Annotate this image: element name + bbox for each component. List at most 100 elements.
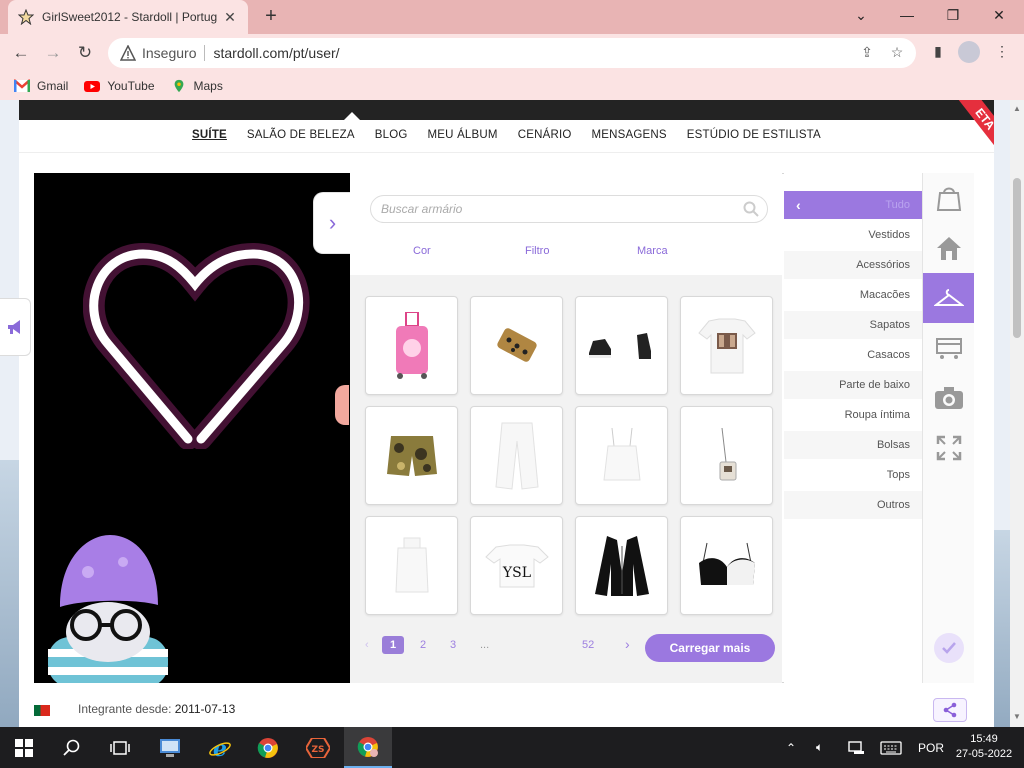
browser-tab[interactable]: GirlSweet2012 - Stardoll | Portug ✕	[8, 0, 248, 34]
hanger-icon	[933, 289, 964, 306]
shopping-bag-button[interactable]	[923, 173, 974, 223]
bookmark-gmail[interactable]: Gmail	[14, 79, 68, 93]
prev-page-icon[interactable]: ‹	[365, 639, 369, 651]
taskbar-app-chrome-active[interactable]	[344, 727, 392, 768]
url-text[interactable]: stardoll.com/pt/user/	[213, 45, 339, 61]
filter-filter[interactable]: Filtro	[525, 245, 549, 257]
black-jacket-icon	[594, 535, 649, 596]
subnav-beauty-parlor[interactable]: SALÃO DE BELEZA	[247, 124, 355, 150]
address-bar[interactable]: Inseguro stardoll.com/pt/user/ ⇪ ☆	[108, 38, 916, 68]
shop-button[interactable]	[923, 323, 974, 373]
home-button[interactable]	[923, 223, 974, 273]
suite-scene[interactable]	[34, 173, 350, 683]
closet-item-bralette[interactable]	[680, 516, 773, 615]
closet-item-black-sneakers[interactable]	[575, 296, 668, 395]
youtube-icon	[84, 81, 101, 92]
sub-navigation: SUÍTE SALÃO DE BELEZA BLOG MEU ÁLBUM CEN…	[19, 124, 994, 150]
page-2[interactable]: 2	[420, 639, 426, 651]
keyboard-icon[interactable]	[880, 727, 902, 768]
system-clock[interactable]: 15:49 27-05-2022	[952, 732, 1016, 762]
photo-button[interactable]	[923, 373, 974, 423]
bookmark-star-icon[interactable]: ☆	[888, 44, 906, 62]
category-tops[interactable]: Tops	[784, 461, 922, 489]
category-others[interactable]: Outros	[784, 491, 922, 519]
subnav-blog[interactable]: BLOG	[375, 124, 408, 150]
svg-text:YSL: YSL	[501, 565, 530, 581]
closet-item-small-bag[interactable]	[680, 406, 773, 505]
tray-show-hidden-icon[interactable]: ⌃	[786, 727, 796, 768]
confirm-button[interactable]	[934, 633, 964, 663]
closet-item-white-cardigan[interactable]	[470, 406, 563, 505]
scrollbar-thumb[interactable]	[1013, 178, 1021, 338]
category-coats[interactable]: Casacos	[784, 341, 922, 369]
subnav-scenery[interactable]: CENÁRIO	[518, 124, 572, 150]
load-more-button[interactable]: Carregar mais	[645, 634, 775, 662]
closet-item-white-turtleneck[interactable]	[365, 516, 458, 615]
zs-app-icon: ZS	[306, 737, 330, 758]
closet-search-input[interactable]: Buscar armário	[370, 195, 768, 223]
closet-item-photo-tshirt[interactable]	[680, 296, 773, 395]
category-accessories[interactable]: Acessórios	[784, 251, 922, 279]
network-icon[interactable]	[848, 727, 866, 768]
subnav-messages[interactable]: MENSAGENS	[591, 124, 666, 150]
category-underwear[interactable]: Roupa íntima	[784, 401, 922, 429]
task-view-button[interactable]	[96, 727, 144, 768]
category-bags[interactable]: Bolsas	[784, 431, 922, 459]
start-button[interactable]	[0, 727, 48, 768]
fullscreen-button[interactable]	[923, 423, 974, 473]
closet-item-black-jacket[interactable]	[575, 516, 668, 615]
closet-item-ysl-tshirt[interactable]: YSL	[470, 516, 563, 615]
closet-item-pink-suitcase[interactable]	[365, 296, 458, 395]
forward-icon[interactable]: →	[42, 42, 64, 64]
page-last[interactable]: 52	[582, 639, 594, 651]
back-icon[interactable]: ←	[10, 42, 32, 64]
taskbar-app-chrome[interactable]	[244, 727, 292, 768]
new-tab-icon[interactable]: +	[260, 6, 282, 28]
side-panel-icon[interactable]: ▮	[928, 43, 948, 63]
closet-item-white-camisole[interactable]	[575, 406, 668, 505]
taskbar-app-control-panel[interactable]	[146, 727, 194, 768]
taskbar-app-zs[interactable]: ZS	[294, 727, 342, 768]
taskbar-app-internet-explorer[interactable]: e	[196, 727, 244, 768]
search-taskbar-button[interactable]	[48, 727, 96, 768]
page-scrollbar[interactable]: ▲ ▼	[1010, 100, 1024, 727]
restore-icon[interactable]: ❐	[930, 0, 976, 30]
tab-search-chevron-icon[interactable]: ⌄	[838, 0, 884, 30]
scroll-down-icon[interactable]: ▼	[1013, 712, 1021, 721]
next-page-icon[interactable]: ›	[625, 636, 630, 652]
category-jumpsuits[interactable]: Macacões	[784, 281, 922, 309]
closet-item-camo-shorts[interactable]	[365, 406, 458, 505]
menu-icon[interactable]: ⋮	[992, 43, 1012, 63]
bookmark-maps[interactable]: Maps	[171, 79, 223, 93]
announcements-tab[interactable]	[0, 298, 31, 356]
expand-scene-button[interactable]: ›	[313, 192, 351, 254]
page-1[interactable]: 1	[382, 636, 404, 654]
scroll-up-icon[interactable]: ▲	[1013, 104, 1021, 113]
subnav-design-studio[interactable]: ESTÚDIO DE ESTILISTA	[687, 124, 821, 150]
search-icon[interactable]	[743, 201, 759, 217]
close-window-icon[interactable]: ✕	[976, 0, 1022, 30]
filter-brand[interactable]: Marca	[637, 245, 668, 257]
share-button[interactable]	[933, 698, 967, 722]
page-3[interactable]: 3	[450, 639, 456, 651]
volume-icon[interactable]: 🔈︎	[816, 727, 823, 768]
profile-avatar[interactable]	[958, 41, 980, 63]
subnav-suite[interactable]: SUÍTE	[192, 124, 227, 150]
category-all[interactable]: ‹ Tudo	[784, 191, 922, 219]
category-bottoms[interactable]: Parte de baixo	[784, 371, 922, 399]
subnav-album[interactable]: MEU ÁLBUM	[428, 124, 498, 150]
bookmark-youtube[interactable]: YouTube	[84, 79, 155, 93]
closet-item-leopard-wallet[interactable]	[470, 296, 563, 395]
category-dresses[interactable]: Vestidos	[784, 221, 922, 249]
reload-icon[interactable]: ↻	[74, 42, 96, 64]
closet-button[interactable]	[923, 273, 974, 323]
search-placeholder: Buscar armário	[381, 202, 463, 216]
cart-icon	[935, 338, 962, 359]
category-shoes[interactable]: Sapatos	[784, 311, 922, 339]
suite-tool-bar	[922, 173, 974, 683]
filter-color[interactable]: Cor	[413, 245, 431, 257]
share-page-icon[interactable]: ⇪	[858, 44, 876, 62]
input-language[interactable]: POR	[918, 727, 944, 768]
close-tab-icon[interactable]: ✕	[222, 9, 238, 26]
minimize-icon[interactable]: —	[884, 0, 930, 30]
